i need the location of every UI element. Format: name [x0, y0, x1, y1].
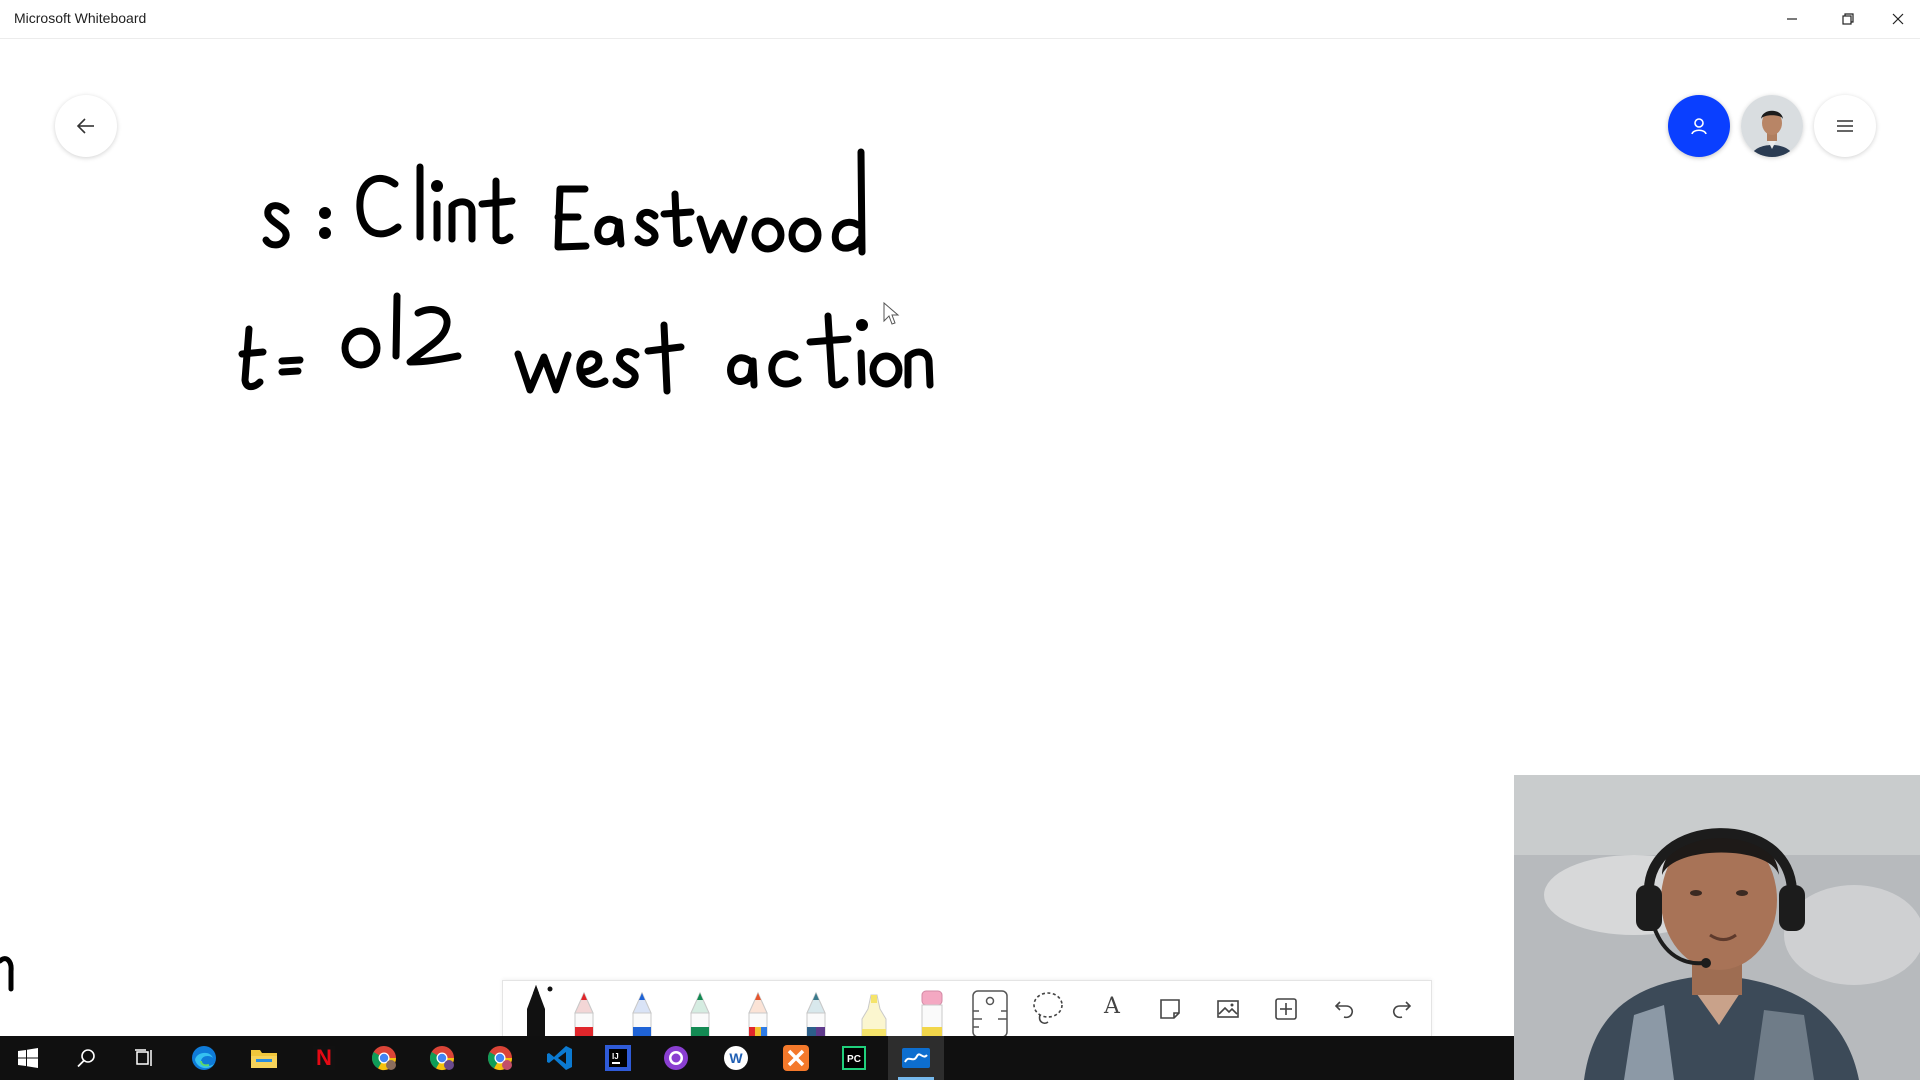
redo-button[interactable] [1379, 981, 1425, 1037]
taskbar-pycharm[interactable]: PC [826, 1036, 882, 1080]
sticky-note-tool[interactable] [1147, 981, 1193, 1037]
github-desktop-icon [664, 1046, 688, 1070]
close-button[interactable] [1876, 0, 1920, 38]
pycharm-icon: PC [842, 1046, 866, 1070]
task-view-icon [135, 1049, 152, 1066]
start-icon [18, 1048, 38, 1068]
taskbar-chrome-profile-3[interactable] [472, 1036, 528, 1080]
green-pen-icon [690, 991, 710, 1037]
blue-pen-icon [632, 991, 652, 1037]
restore-icon [1842, 13, 1854, 25]
file-explorer-icon [251, 1050, 277, 1068]
image-tool[interactable] [1205, 981, 1251, 1037]
edge-ink-fragment [0, 956, 14, 992]
undo-icon [1334, 1001, 1354, 1019]
taskbar-vscode[interactable] [532, 1036, 588, 1080]
ink-line-1 [262, 148, 866, 256]
ruler-tool[interactable] [967, 981, 1013, 1037]
blue-pen-tool[interactable] [619, 981, 665, 1037]
eraser-icon [921, 990, 943, 1037]
rainbow-pen-icon [748, 991, 768, 1037]
whiteboard-icon [902, 1048, 930, 1068]
highlighter-icon [861, 994, 887, 1037]
black-pen-icon [527, 985, 553, 1037]
taskbar-start[interactable] [0, 1036, 56, 1080]
red-pen-tool[interactable] [561, 981, 607, 1037]
edge-icon [192, 1046, 216, 1070]
galaxy-pen-tool[interactable] [793, 981, 839, 1037]
windows-taskbar: N IJ W PC [0, 1036, 1514, 1080]
netflix-icon: N [313, 1046, 335, 1070]
webcam-overlay [1514, 775, 1920, 1080]
close-icon [1892, 13, 1904, 25]
taskbar-search[interactable] [58, 1036, 114, 1080]
restore-button[interactable] [1820, 0, 1876, 38]
minimize-icon [1787, 18, 1797, 20]
ink-line-2 [238, 292, 934, 395]
presenter-video [1514, 775, 1920, 1080]
chrome-profile-2-icon [429, 1046, 454, 1071]
taskbar-edge[interactable] [176, 1036, 232, 1080]
taskbar-task-view[interactable] [116, 1036, 172, 1080]
taskbar-chrome-profile-2[interactable] [414, 1036, 470, 1080]
taskbar-xampp[interactable] [768, 1036, 824, 1080]
rainbow-pen-tool[interactable] [735, 981, 781, 1037]
highlighter-tool[interactable] [851, 981, 897, 1037]
intellij-icon: IJ [605, 1045, 631, 1071]
green-pen-tool[interactable] [677, 981, 723, 1037]
minimize-button[interactable] [1764, 0, 1820, 38]
chrome-icon [371, 1046, 396, 1071]
search-icon [77, 1049, 95, 1068]
xampp-icon [783, 1045, 809, 1071]
app-title: Microsoft Whiteboard [14, 10, 147, 26]
taskbar-file-explorer[interactable] [236, 1036, 292, 1080]
word-icon: W [724, 1046, 748, 1070]
mouse-cursor [883, 301, 900, 325]
taskbar-github-desktop[interactable] [648, 1036, 704, 1080]
lasso-icon [1033, 992, 1063, 1024]
vscode-icon [547, 1046, 572, 1070]
redo-icon [1392, 1001, 1412, 1019]
text-tool-glyph: A [1104, 993, 1120, 1019]
taskbar-intellij[interactable]: IJ [590, 1036, 646, 1080]
undo-button[interactable] [1321, 981, 1367, 1037]
title-bar: Microsoft Whiteboard [0, 0, 1920, 39]
black-pen-tool[interactable] [513, 981, 559, 1037]
taskbar-word[interactable]: W [708, 1036, 764, 1080]
ruler-icon [972, 990, 1008, 1037]
taskbar-netflix[interactable]: N [296, 1036, 352, 1080]
taskbar-chrome[interactable] [356, 1036, 412, 1080]
lasso-tool[interactable] [1025, 981, 1071, 1037]
add-tool[interactable] [1263, 981, 1309, 1037]
svg-text:IJ: IJ [612, 1052, 619, 1061]
sticky-note-icon [1160, 999, 1180, 1019]
image-icon [1217, 1000, 1239, 1018]
chrome-profile-3-icon [487, 1046, 512, 1071]
text-tool[interactable]: A [1089, 981, 1135, 1037]
taskbar-whiteboard[interactable] [888, 1036, 944, 1080]
add-icon [1275, 998, 1297, 1020]
inking-toolbar: A [502, 980, 1432, 1037]
eraser-tool[interactable] [909, 981, 955, 1037]
galaxy-pen-icon [806, 991, 826, 1037]
red-pen-icon [574, 991, 594, 1037]
